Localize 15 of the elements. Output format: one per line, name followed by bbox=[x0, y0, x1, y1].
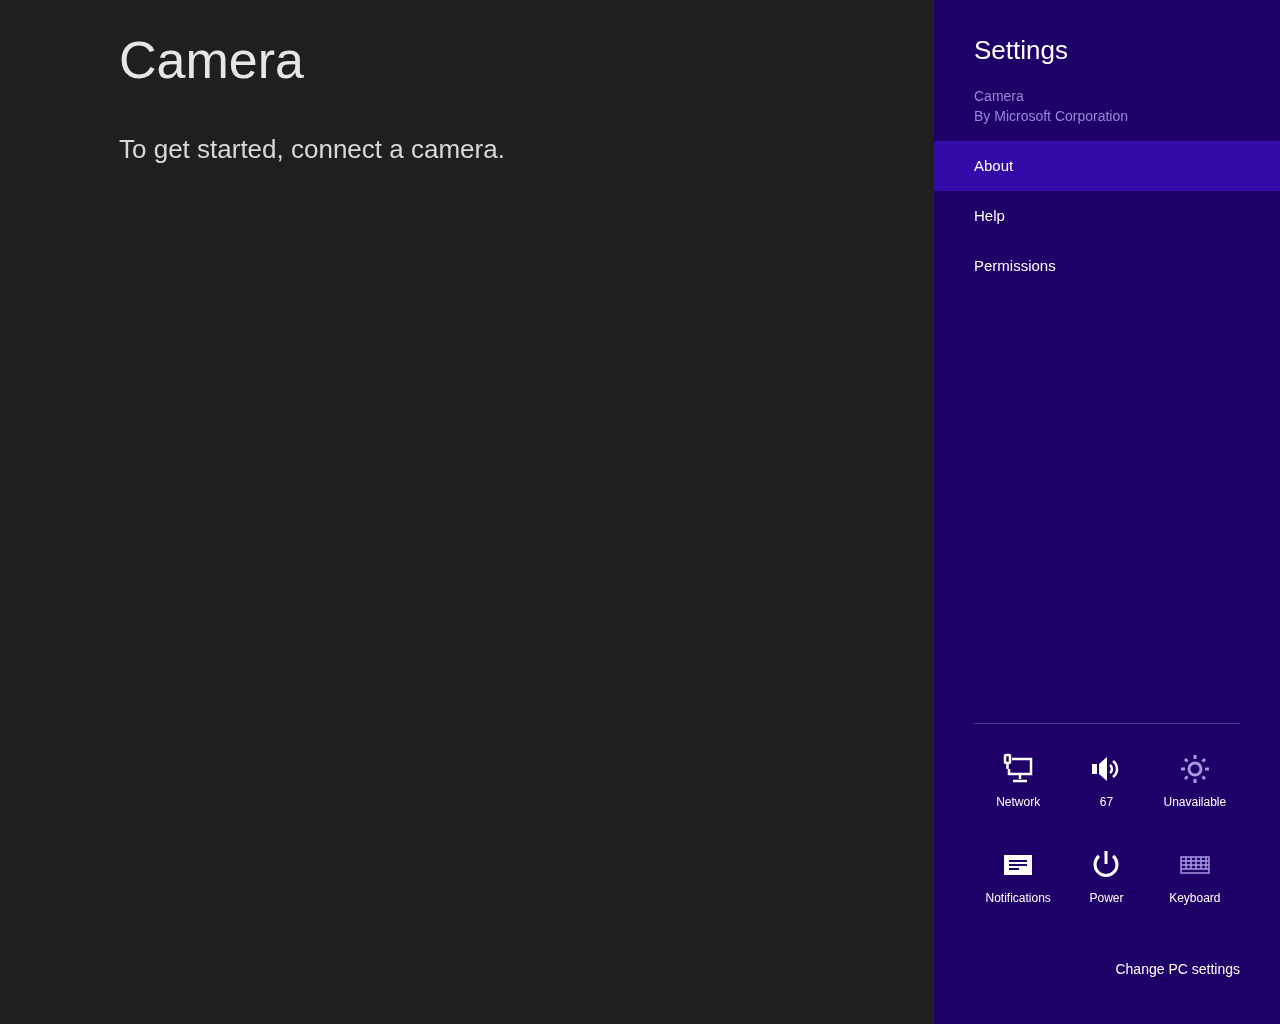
quick-setting-tile[interactable]: Power bbox=[1062, 849, 1151, 907]
publisher-text: By Microsoft Corporation bbox=[974, 107, 1129, 126]
menu-item[interactable]: Help bbox=[934, 191, 1280, 241]
page-title: Camera bbox=[119, 30, 304, 91]
pane-title: Settings bbox=[974, 34, 1068, 66]
message-text: To get started, connect a camera. bbox=[119, 133, 505, 166]
menu-item[interactable]: About bbox=[934, 141, 1280, 191]
quick-setting-tile[interactable]: Network bbox=[974, 753, 1063, 811]
quick-setting-tile[interactable]: Notifications bbox=[974, 849, 1063, 907]
network-icon bbox=[1002, 753, 1035, 785]
sun-icon bbox=[1178, 753, 1211, 785]
app-name: Camera bbox=[974, 87, 1024, 106]
quick-setting-tile[interactable]: 67 bbox=[1062, 753, 1151, 811]
menu-item[interactable]: Permissions bbox=[934, 241, 1280, 291]
change-pc-settings-link[interactable]: Change PC settings bbox=[1115, 959, 1240, 980]
